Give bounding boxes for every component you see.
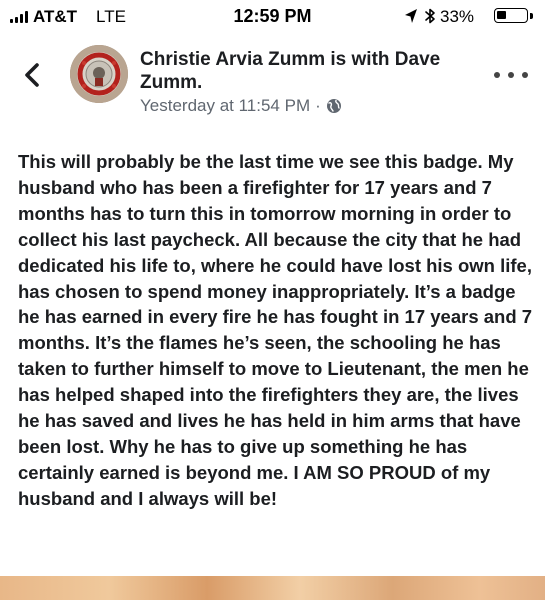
- post-photo[interactable]: [0, 576, 545, 600]
- post-body-text: This will probably be the last time we s…: [18, 151, 533, 509]
- globe-icon[interactable]: [326, 98, 342, 114]
- more-dot: [522, 72, 528, 78]
- more-dot: [494, 72, 500, 78]
- post-timestamp[interactable]: Yesterday at 11:54 PM: [140, 96, 310, 116]
- battery-icon: [494, 8, 528, 23]
- battery-level-fill: [497, 11, 506, 19]
- back-button[interactable]: [16, 58, 50, 92]
- bluetooth-icon: [425, 8, 435, 24]
- meta-separator: ·: [315, 96, 321, 115]
- location-icon: [405, 9, 417, 23]
- more-dot: [508, 72, 514, 78]
- badge-photo: [70, 45, 128, 103]
- post-meta: Yesterday at 11:54 PM ·: [140, 96, 342, 116]
- more-options-button[interactable]: [494, 68, 528, 82]
- avatar[interactable]: [70, 45, 128, 103]
- battery-cap: [530, 13, 533, 19]
- battery-percent: 33%: [440, 7, 475, 26]
- post-author[interactable]: Christie Arvia Zumm is with Dave Zumm.: [140, 48, 490, 94]
- status-bar: AT&T LTE 12:59 PM 33%: [0, 0, 545, 34]
- chevron-left-icon: [25, 63, 39, 87]
